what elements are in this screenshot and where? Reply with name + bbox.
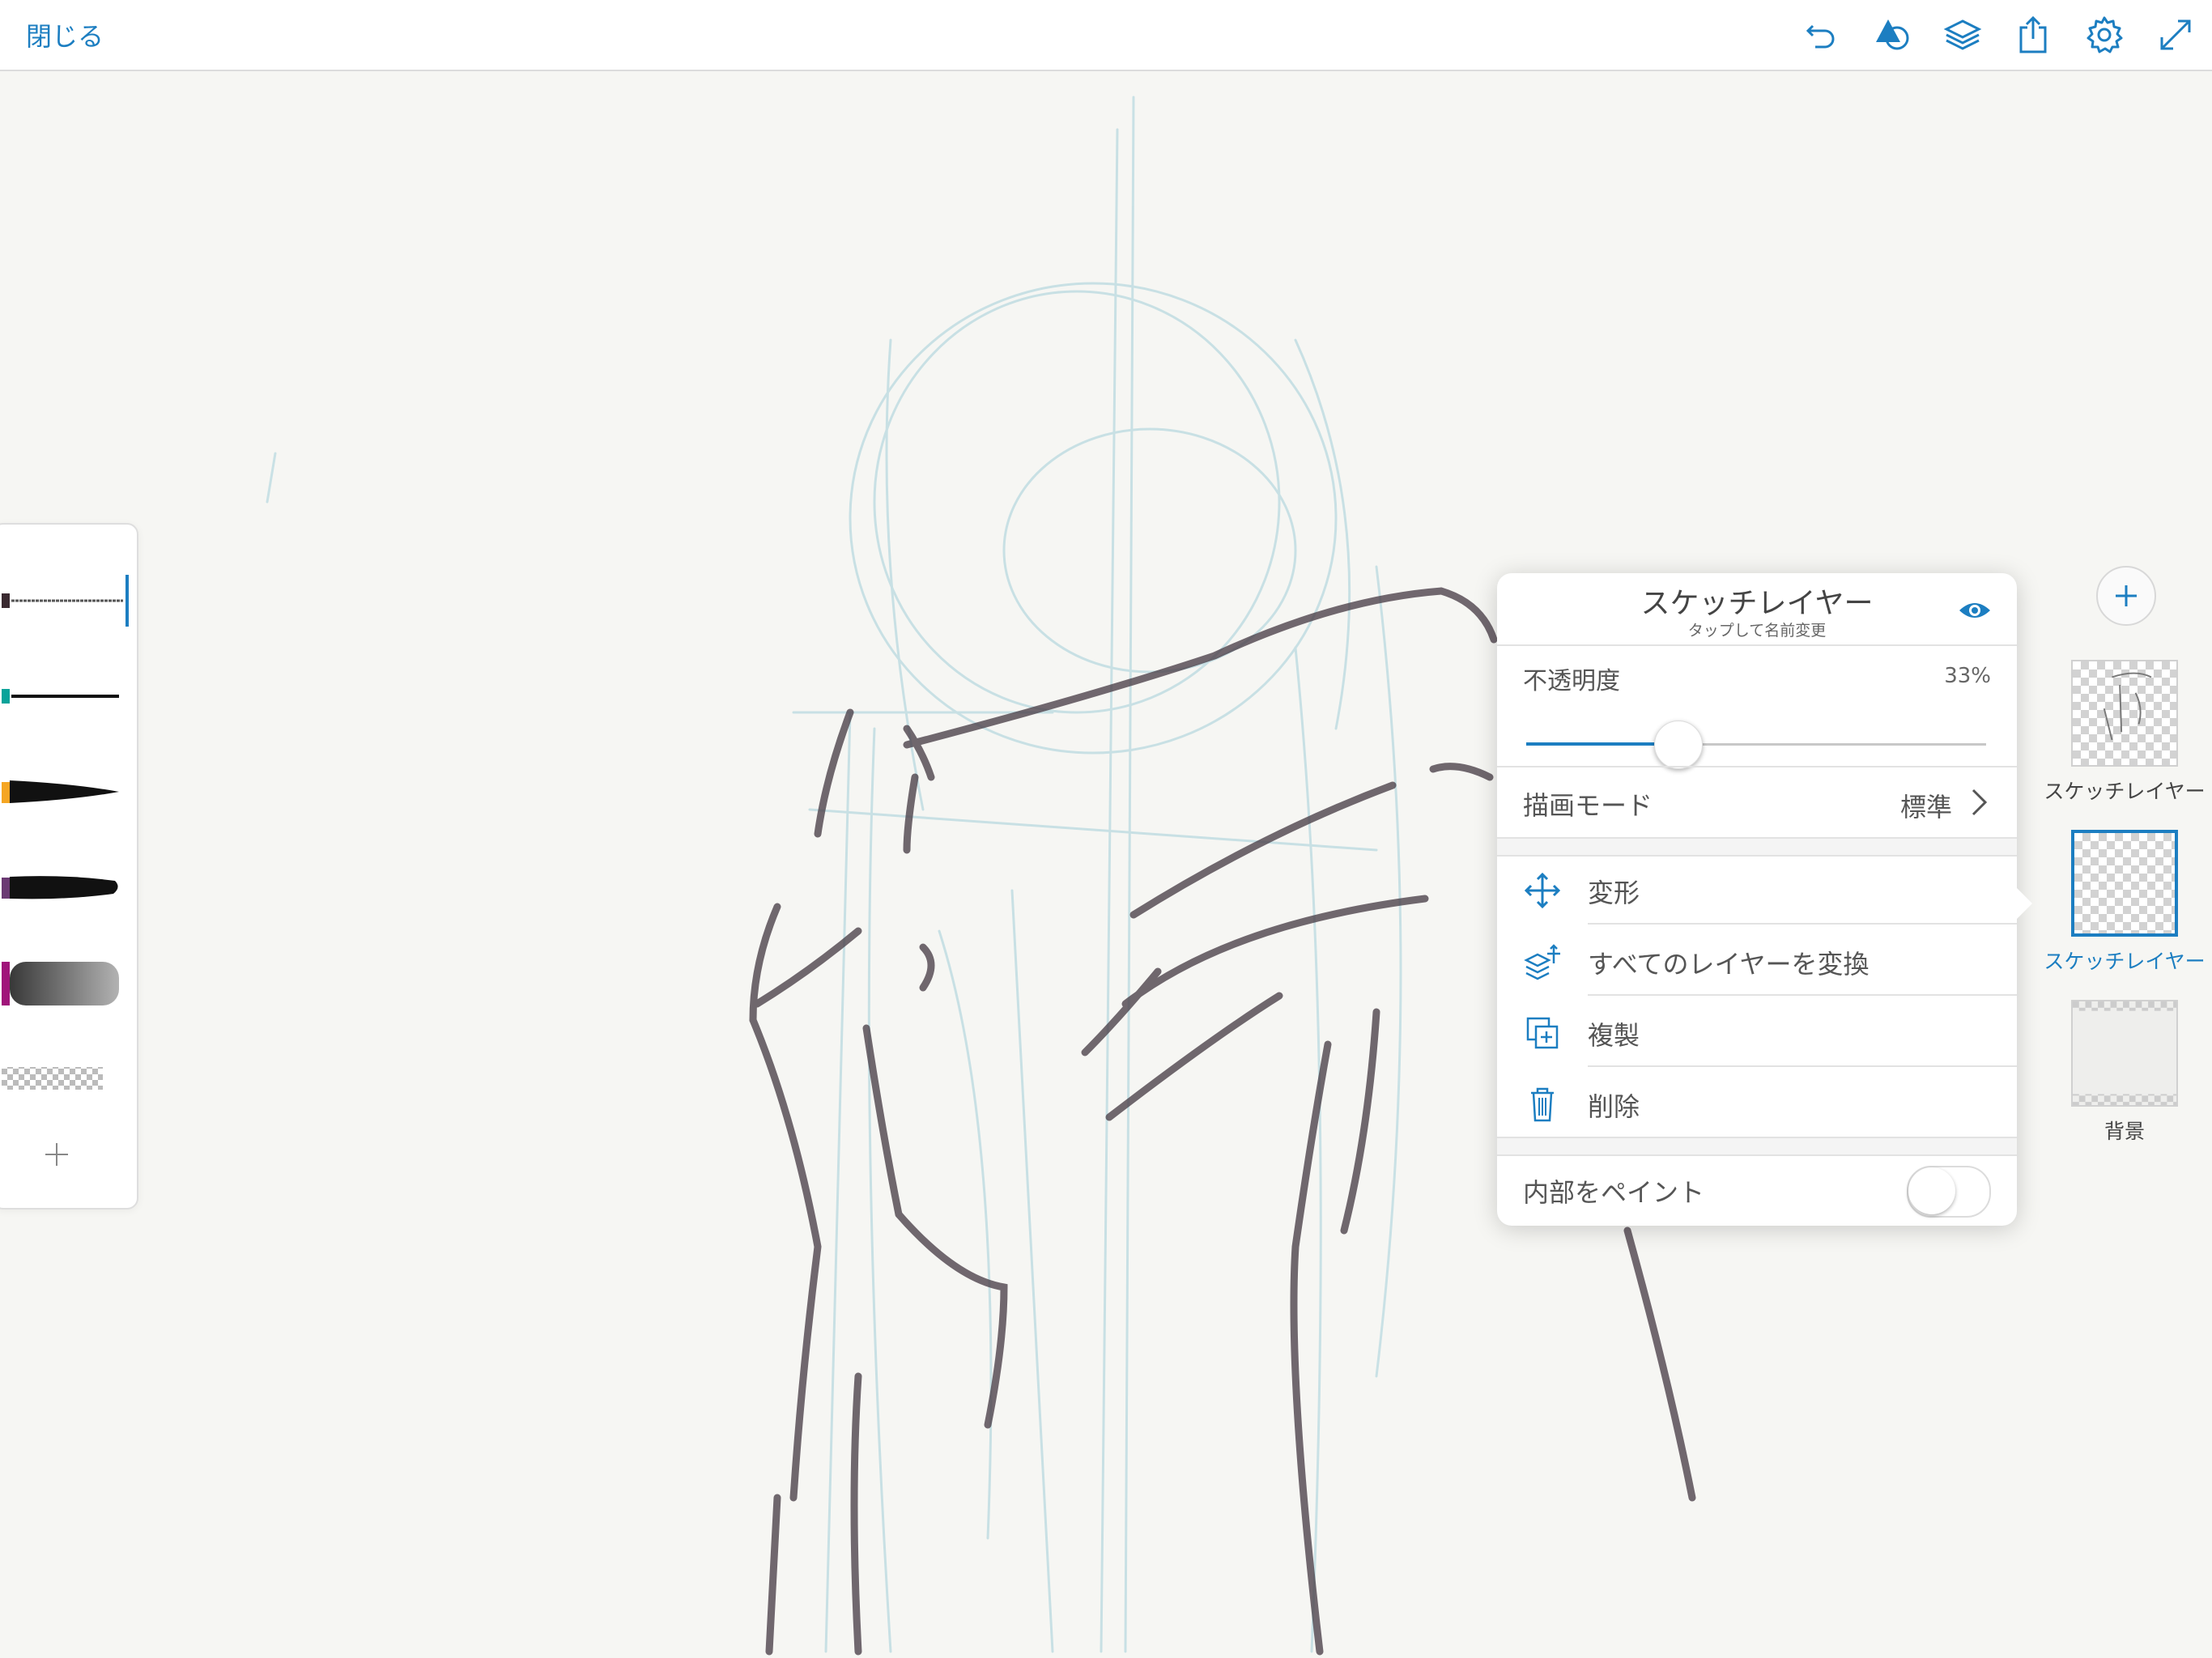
opacity-value: 33%	[1944, 664, 1991, 688]
layer-preview	[2103, 672, 2152, 741]
duplicate-label: 複製	[1588, 1020, 1640, 1051]
brush-panel	[0, 523, 138, 1209]
popover-arrow	[2014, 886, 2032, 921]
slider-thumb[interactable]	[1654, 721, 1703, 769]
opacity-slider[interactable]	[1526, 721, 1986, 769]
plus-icon	[2116, 585, 2137, 606]
paint-inside-row: 内部をペイント	[1497, 1154, 2017, 1224]
shapes-icon[interactable]	[1872, 15, 1912, 55]
settings-icon[interactable]	[2084, 15, 2125, 55]
section-gap	[1497, 1137, 2017, 1156]
opacity-label: 不透明度	[1523, 667, 1620, 695]
brush-eraser[interactable]	[2, 1046, 131, 1111]
blend-mode-label: 描画モード	[1523, 790, 1653, 821]
trash-icon	[1531, 1087, 1554, 1122]
blend-mode-value: 標準	[1899, 792, 1952, 823]
background-layer-thumbnail[interactable]	[2071, 1000, 2178, 1107]
delete-action[interactable]: 削除	[1497, 1069, 2017, 1138]
divider	[1588, 994, 2017, 996]
duplicate-action[interactable]: 複製	[1497, 997, 2017, 1067]
layer-thumbnail[interactable]	[2071, 660, 2178, 767]
delete-label: 削除	[1588, 1091, 1640, 1122]
transform-all-layers-label: すべてのレイヤーを変換	[1588, 949, 1870, 980]
transform-label: 変形	[1588, 878, 1640, 908]
add-brush-icon[interactable]	[40, 1138, 73, 1171]
blend-mode-row[interactable]: 描画モード 標準	[1497, 767, 2017, 837]
rename-hint: タップして名前変更	[1687, 622, 1827, 640]
paint-inside-label: 内部をペイント	[1523, 1177, 1705, 1208]
layer-name[interactable]: スケッチレイヤー	[1497, 580, 2017, 622]
layer-label-background: 背景	[2104, 1120, 2145, 1143]
top-toolbar: 閉じる	[0, 0, 2212, 71]
transform-action[interactable]: 変形	[1497, 855, 2017, 925]
layer-label: スケッチレイヤー	[2044, 780, 2206, 803]
toggle-knob	[1908, 1167, 1955, 1214]
layer-properties-popover: スケッチレイヤー タップして名前変更 不透明度 33% 描画モード 標準 変形 …	[1497, 573, 2017, 1226]
close-button[interactable]: 閉じる	[26, 16, 104, 53]
move-icon	[1524, 872, 1561, 909]
layer-thumbnail-selected[interactable]	[2071, 830, 2178, 937]
divider	[1588, 923, 2017, 925]
brush-dry[interactable]	[2, 855, 131, 920]
add-layer-button[interactable]	[2096, 566, 2156, 626]
share-icon[interactable]	[2013, 15, 2053, 55]
brush-tapered[interactable]	[2, 759, 131, 824]
transform-all-layers-icon	[1524, 944, 1560, 980]
brush-ink-pen[interactable]	[2, 664, 131, 729]
undo-icon[interactable]	[1801, 15, 1841, 55]
paint-inside-toggle[interactable]	[1907, 1166, 1991, 1218]
section-gap	[1497, 837, 2017, 857]
layer-label-selected: スケッチレイヤー	[2044, 950, 2206, 973]
layer-preview	[2073, 1001, 2176, 1105]
chevron-right-icon	[1972, 789, 1988, 816]
eye-icon[interactable]	[1957, 593, 1993, 628]
fullscreen-icon[interactable]	[2155, 15, 2196, 55]
brush-soft[interactable]	[2, 950, 131, 1015]
brush-pencil[interactable]	[2, 568, 131, 633]
transform-all-layers-action[interactable]: すべてのレイヤーを変換	[1497, 926, 2017, 996]
duplicate-icon	[1526, 1017, 1559, 1049]
popover-header: スケッチレイヤー タップして名前変更	[1497, 573, 2017, 646]
layers-icon[interactable]	[1942, 15, 1983, 55]
divider	[1588, 1065, 2017, 1067]
